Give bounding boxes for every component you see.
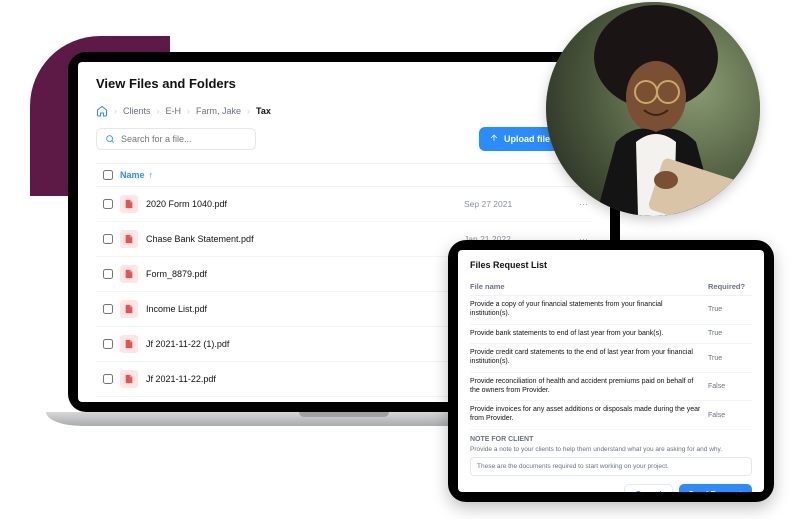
pdf-icon: [120, 230, 138, 248]
search-icon: [105, 134, 115, 144]
request-name: Provide bank statements to end of last y…: [470, 330, 708, 339]
request-required: False: [708, 383, 752, 390]
page-title: View Files and Folders: [96, 76, 592, 91]
pdf-icon: [120, 335, 138, 353]
file-name: Jf 2021-11-22.pdf: [146, 374, 464, 384]
file-name: Chase Bank Statement.pdf: [146, 234, 464, 244]
note-sub: Provide a note to your clients to help t…: [470, 446, 752, 453]
sort-asc-icon: ↑: [149, 170, 154, 180]
request-row: Provide invoices for any asset additions…: [470, 401, 752, 430]
row-checkbox[interactable]: [103, 234, 113, 244]
chevron-right-icon: ›: [187, 106, 190, 116]
pdf-icon: [120, 370, 138, 388]
request-row: Provide credit card statements to the en…: [470, 344, 752, 373]
request-row: Provide reconciliation of health and acc…: [470, 373, 752, 402]
request-required: False: [708, 412, 752, 419]
request-name: Provide invoices for any asset additions…: [470, 406, 708, 424]
file-name: Income List.pdf: [146, 304, 464, 314]
request-name: Provide reconciliation of health and acc…: [470, 378, 708, 396]
request-name: Provide credit card statements to the en…: [470, 349, 708, 367]
note-input[interactable]: These are the documents required to star…: [470, 457, 752, 476]
home-icon[interactable]: [96, 105, 108, 117]
search-input-wrap[interactable]: [96, 128, 256, 150]
row-checkbox[interactable]: [103, 374, 113, 384]
row-checkbox[interactable]: [103, 269, 113, 279]
file-name: Form_8879.pdf: [146, 269, 464, 279]
upload-icon: [489, 133, 499, 145]
send-request-button[interactable]: Send Request: [679, 484, 752, 492]
tablet-frame: Files Request List File name Required? P…: [448, 240, 774, 502]
name-column-header[interactable]: Name ↑: [120, 170, 592, 180]
row-checkbox[interactable]: [103, 304, 113, 314]
file-name: Jf 2021-11-22 (1).pdf: [146, 339, 464, 349]
pdf-icon: [120, 195, 138, 213]
chevron-right-icon: ›: [157, 106, 160, 116]
pdf-icon: [120, 300, 138, 318]
request-required: True: [708, 306, 752, 313]
search-input[interactable]: [121, 134, 247, 144]
request-required: True: [708, 355, 752, 362]
breadcrumb: › Clients › E-H › Farm, Jake › Tax: [96, 105, 592, 117]
breadcrumb-item[interactable]: E-H: [166, 106, 182, 116]
toolbar: Upload file: [96, 127, 592, 151]
request-required: True: [708, 330, 752, 337]
hero-photo: [546, 2, 760, 216]
col-filename: File name: [470, 282, 708, 291]
row-checkbox[interactable]: [103, 199, 113, 209]
request-list: Provide a copy of your financial stateme…: [470, 296, 752, 430]
file-list-header: Name ↑: [96, 163, 592, 187]
upload-label: Upload file: [504, 134, 550, 144]
request-row: Provide bank statements to end of last y…: [470, 325, 752, 345]
pdf-icon: [120, 265, 138, 283]
file-date: Sep 27 2021: [464, 199, 564, 209]
file-name: 2020 Form 1040.pdf: [146, 199, 464, 209]
row-checkbox[interactable]: [103, 339, 113, 349]
note-label: NOTE FOR CLIENT: [470, 436, 752, 443]
request-row: Provide a copy of your financial stateme…: [470, 296, 752, 325]
request-title: Files Request List: [470, 260, 752, 270]
chevron-right-icon: ›: [114, 106, 117, 116]
chevron-right-icon: ›: [247, 106, 250, 116]
request-actions: Cancel Send Request: [470, 484, 752, 492]
request-table-header: File name Required?: [470, 278, 752, 296]
cancel-button[interactable]: Cancel: [624, 484, 672, 492]
more-icon[interactable]: ⋯: [564, 199, 592, 210]
select-all-checkbox[interactable]: [103, 170, 113, 180]
breadcrumb-current: Tax: [256, 106, 271, 116]
file-row[interactable]: 2020 Form 1040.pdfSep 27 2021⋯: [96, 187, 592, 222]
col-required: Required?: [708, 282, 752, 291]
request-app: Files Request List File name Required? P…: [458, 250, 764, 492]
breadcrumb-item[interactable]: Farm, Jake: [196, 106, 241, 116]
request-name: Provide a copy of your financial stateme…: [470, 301, 708, 319]
breadcrumb-item[interactable]: Clients: [123, 106, 151, 116]
